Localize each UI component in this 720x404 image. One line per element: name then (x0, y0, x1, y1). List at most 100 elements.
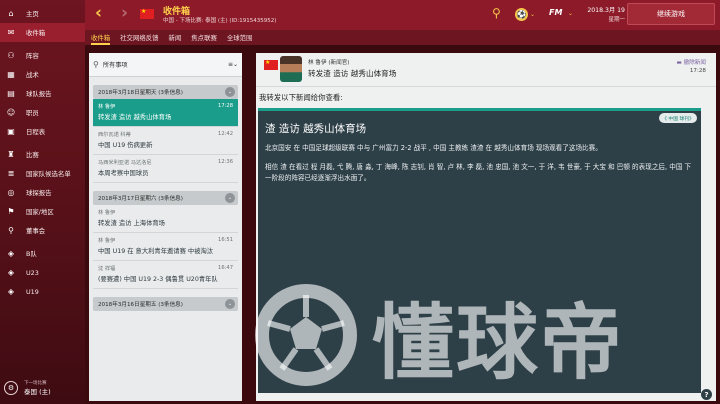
search-icon[interactable]: ⚲ (93, 60, 99, 69)
message-subject: 中国 U19 伤病更新 (98, 142, 153, 149)
tactics-icon: ▦ (7, 70, 15, 79)
message-row[interactable]: 沈 祥福 16:47 (要赛遭) 中国 U19 2-3 偶鲁贯 U20青年队 (93, 261, 238, 289)
news-title: 渣 造访 越秀山体育场 (265, 123, 367, 135)
sidebar-item[interactable]: ▤ 球队报告 (0, 84, 85, 103)
filter-label[interactable]: 所有事项 (103, 60, 128, 69)
sidebar-item-label: 收件箱 (26, 29, 46, 37)
sidebar-item[interactable]: ◈ U19 (0, 282, 85, 301)
dismiss-news-label: 撤除新闻 (683, 60, 706, 66)
page-subtitle: 中国 - 下场比赛: 泰国 (主) (ID:1915435952) (163, 18, 277, 24)
sidebar-item[interactable]: ⚲ 董事会 (0, 221, 85, 240)
sidebar-item[interactable]: ▣ 日程表 (0, 122, 85, 141)
message-row[interactable]: 马西米利亚诺 马达洛尼 12:36 本周考察中国球员 (93, 155, 238, 183)
sidebar-item[interactable]: ♜ 比赛 (0, 145, 85, 164)
message-time: 16:51 (218, 237, 233, 243)
team-icon: ◈ (7, 287, 15, 296)
message-time: 16:47 (218, 265, 233, 271)
dismiss-news-button[interactable]: ▬ 撤除新闻 (677, 58, 706, 66)
sidebar-item[interactable]: ▦ 战术 (0, 65, 85, 84)
sidebar-item-label: 球探报告 (26, 189, 52, 197)
tab-item[interactable]: 全球范围 (227, 33, 253, 45)
scouting-icon: ◎ (7, 188, 15, 197)
message-subject: 转发渣 造访 越秀山体育场 (308, 69, 397, 78)
sidebar-item-label: B队 (26, 250, 37, 258)
message-row[interactable]: 林 鲁伊 转发渣 造访 上海体育场 (93, 205, 238, 233)
message-sender: 沈 祥福 (98, 266, 116, 272)
message-list-panel: ⚲ 所有事项 ≡⌄ 2018年3月18日星期天 (3条信息) ⌄ 林 鲁伊 17:28… (89, 53, 242, 401)
next-match-widget[interactable]: ⚙ 下一场比赛 泰国 (主) (0, 372, 85, 404)
message-group-header[interactable]: 2018年3月18日星期天 (3条信息) ⌄ (93, 85, 238, 99)
message-row[interactable]: 林 鲁伊 17:28 转发渣 造访 越秀山体育场 (93, 99, 238, 127)
message-time: 17:28 (218, 103, 233, 109)
chevron-down-icon[interactable]: ⌄ (225, 87, 235, 97)
sidebar-item[interactable]: ◈ B队 (0, 244, 85, 263)
sidebar-item[interactable]: ⚇ 阵容 (0, 46, 85, 65)
nation-icon: ⚑ (7, 207, 15, 216)
message-groups: 2018年3月18日星期天 (3条信息) ⌄ 林 鲁伊 17:28 转发渣 造访 越秀山… (89, 85, 242, 311)
help-button[interactable]: ? (701, 389, 712, 400)
sidebar-item[interactable]: ◈ U23 (0, 263, 85, 282)
message-subject: (要赛遭) 中国 U19 2-3 偶鲁贯 U20青年队 (98, 276, 218, 283)
message-group-header[interactable]: 2018年3月17日星期六 (3条信息) ⌄ (93, 191, 238, 205)
squad-icon: ⚇ (7, 51, 15, 60)
message-row[interactable]: 林 鲁伊 16:51 中国 U19 在 意大利青年邀请赛 中被淘汰 (93, 233, 238, 261)
chevron-down-icon: ⌄ (529, 11, 536, 18)
home-icon: ⌂ (8, 9, 14, 18)
message-filter[interactable]: ⚲ 所有事项 ≡⌄ (89, 53, 242, 77)
message-time: 12:42 (218, 131, 233, 137)
sidebar-item-label: 阵容 (26, 52, 39, 60)
manager-menu-button[interactable]: ⚽ ⌄ (509, 5, 541, 24)
message-group-header[interactable]: 2018年3月16日星期五 (3条信息) ⌄ (93, 297, 238, 311)
back-arrow-icon[interactable]: ‹ (95, 3, 102, 23)
tab-bar: 收件箱 社交网络反馈 新闻 焦点联赛 全球范围 (85, 30, 720, 45)
group-header-label: 2018年3月16日星期五 (3条信息) (98, 302, 183, 308)
message-sender: 林 鲁伊 (98, 238, 116, 244)
news-card: 《 中国 球刊》 渣 造访 越秀山体育场 北京国安 在 中国足球超级联赛 中与 … (258, 108, 701, 393)
message-intro: 我转发以下新闻给你查看: (259, 93, 343, 102)
news-source-tag[interactable]: 《 中国 球刊》 (659, 113, 697, 123)
competition-icon: ♜ (7, 150, 15, 159)
report-icon: ▤ (7, 89, 15, 98)
sidebar-item-label: 战术 (26, 71, 39, 79)
sidebar: ⌂ 主页 ✉ 收件箱 ⚇ 阵容 ▦ 战术 ▤ 球队报告 ☺ 职员 ▣ 日程表 ♜ 比赛 ≣ 国家队候选名单 ◎ 球探报… (0, 0, 85, 404)
chevron-down-icon[interactable]: ⌄ (568, 10, 573, 17)
team-icon: ◈ (7, 268, 15, 277)
message-subject: 转发渣 造访 上海体育场 (98, 220, 165, 227)
message-subject: 中国 U19 在 意大利青年邀请赛 中被淘汰 (98, 248, 214, 255)
message-row[interactable]: 西尔瓦诺 科蒂 12:42 中国 U19 伤病更新 (93, 127, 238, 155)
message-sender: 林 鲁伊 (98, 104, 116, 110)
fm-menu-button[interactable]: FM (549, 8, 562, 17)
chevron-down-icon[interactable]: ⌄ (225, 193, 235, 203)
china-flag-icon: ★ (264, 59, 278, 70)
chevron-down-icon[interactable]: ⌄ (225, 299, 235, 309)
sidebar-item[interactable]: ⌂ 主页 (0, 4, 85, 23)
sender-name[interactable]: 林 鲁伊 (新闻官) (308, 58, 349, 66)
sidebar-item-label: 国家队候选名单 (26, 170, 71, 178)
next-match-opponent: 泰国 (主) (24, 388, 51, 396)
message-time: 17:28 (689, 68, 706, 74)
team-icon: ◈ (7, 249, 15, 258)
football-icon: ⚽ (514, 8, 528, 21)
sidebar-item[interactable]: ◎ 球探报告 (0, 183, 85, 202)
shortlist-icon: ≣ (7, 169, 15, 178)
sidebar-item[interactable]: ≣ 国家队候选名单 (0, 164, 85, 183)
message-subject: 转发渣 造访 越秀山体育场 (98, 114, 172, 121)
list-menu-icon[interactable]: ≡⌄ (228, 61, 238, 68)
tab-item[interactable]: 收件箱 (91, 33, 111, 45)
tab-item[interactable]: 社交网络反馈 (120, 33, 158, 45)
sidebar-item[interactable]: ✉ 收件箱 (0, 23, 85, 42)
news-paragraph: 相信 渣 在看过 程 月磊, 弋 腾, 唐 淼, 丁 海峰, 陈 志钊, 肖 智… (265, 163, 692, 182)
sidebar-item[interactable]: ☺ 职员 (0, 103, 85, 122)
tab-item[interactable]: 焦点联赛 (191, 33, 217, 45)
search-icon[interactable]: ⚲ (492, 6, 501, 20)
sidebar-item[interactable]: ⚑ 国家/地区 (0, 202, 85, 221)
continue-button[interactable]: 继续游戏 (627, 3, 715, 25)
tab-item[interactable]: 新闻 (169, 33, 182, 45)
staff-icon: ☺ (6, 108, 16, 117)
news-paragraph: 北京国安 在 中国足球超级联赛 中与 广州富力 2-2 战平 , 中国 主教练 … (265, 144, 602, 152)
china-flag-icon: ★ (140, 8, 154, 19)
sidebar-item-label: 职员 (26, 109, 39, 117)
forward-arrow-icon[interactable]: › (121, 3, 128, 23)
sender-avatar[interactable] (280, 56, 302, 82)
sidebar-item-label: U23 (26, 268, 39, 277)
